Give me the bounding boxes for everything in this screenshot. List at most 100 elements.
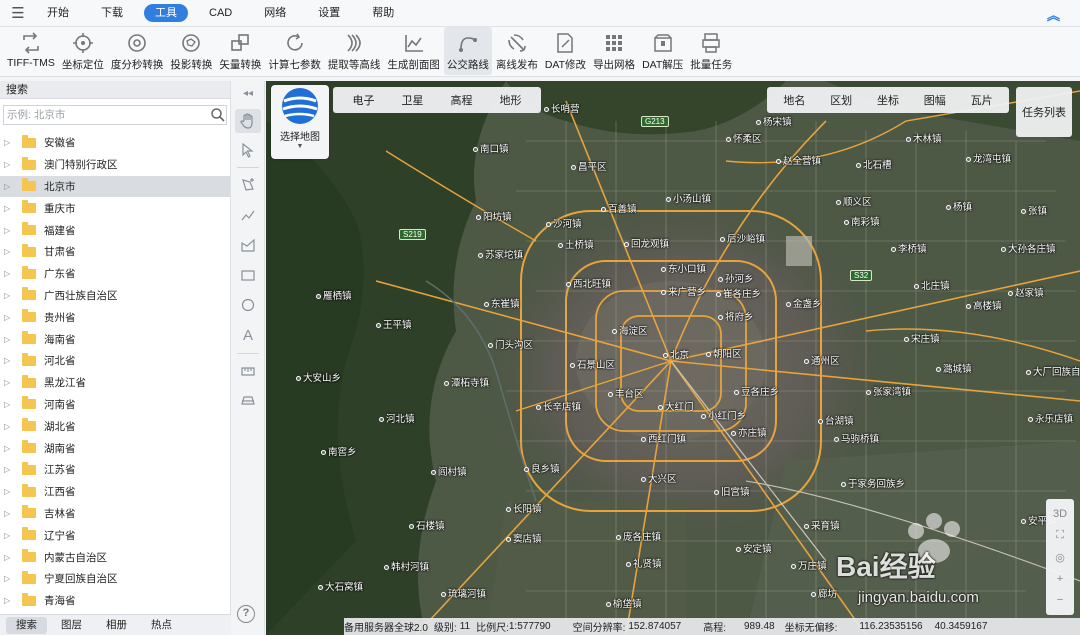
tool-tiff-tms[interactable]: TIFF-TMS xyxy=(4,27,58,75)
expand-arrow-icon[interactable]: ▷ xyxy=(4,400,16,409)
tree-item[interactable]: ▷ 重庆市 xyxy=(0,197,230,219)
expand-arrow-icon[interactable]: ▷ xyxy=(4,204,16,213)
tree-item[interactable]: ▷ 北京市 xyxy=(0,175,230,198)
tree-item[interactable]: ▷ 青海省 xyxy=(0,590,230,612)
tree-item[interactable]: ▷ 湖北省 xyxy=(0,415,230,437)
expand-arrow-icon[interactable]: ▷ xyxy=(4,138,16,147)
menu-settings[interactable]: 设置 xyxy=(307,4,351,22)
measure-icon[interactable] xyxy=(235,359,261,383)
tool-dat-unzip[interactable]: DAT解压 xyxy=(639,27,686,75)
tab-hotspots[interactable]: 热点 xyxy=(141,617,182,634)
tree-item[interactable]: ▷ 辽宁省 xyxy=(0,524,230,546)
expand-arrow-icon[interactable]: ▷ xyxy=(4,160,16,169)
expand-arrow-icon[interactable]: ▷ xyxy=(4,247,16,256)
collapse-ribbon-icon[interactable]: ︽ xyxy=(1047,5,1060,24)
tree-item[interactable]: ▷ 吉林省 xyxy=(0,503,230,525)
task-list-button[interactable]: 任务列表 xyxy=(1016,87,1072,137)
draw-area-icon[interactable] xyxy=(235,233,261,257)
expand-arrow-icon[interactable]: ▷ xyxy=(4,465,16,474)
tab-search[interactable]: 搜索 xyxy=(6,616,47,634)
expand-arrow-icon[interactable]: ▷ xyxy=(4,444,16,453)
expand-arrow-icon[interactable]: ▷ xyxy=(4,313,16,322)
tool-batch-task[interactable]: 批量任务 xyxy=(687,27,735,75)
expand-arrow-icon[interactable]: ▷ xyxy=(4,553,16,562)
help-icon[interactable]: ? xyxy=(237,605,255,623)
expand-arrow-icon[interactable]: ▷ xyxy=(4,269,16,278)
tree-item[interactable]: ▷ 甘肃省 xyxy=(0,241,230,263)
expand-arrow-icon[interactable]: ▷ xyxy=(4,487,16,496)
tree-item[interactable]: ▷ 宁夏回族自治区 xyxy=(0,568,230,590)
expand-arrow-icon[interactable]: ▷ xyxy=(4,378,16,387)
tree-item[interactable]: ▷ 河北省 xyxy=(0,350,230,372)
select-arrow-icon[interactable] xyxy=(235,138,261,162)
map-type-elevation[interactable]: 高程 xyxy=(451,92,473,108)
zoom-in-button[interactable]: + xyxy=(1057,573,1063,585)
fullscreen-icon[interactable]: ⛶ xyxy=(1056,529,1064,542)
map-type-terrain[interactable]: 地形 xyxy=(500,92,522,108)
tool-seven-params[interactable]: 计算七参数 xyxy=(265,27,324,75)
menu-network[interactable]: 网络 xyxy=(253,4,297,22)
expand-arrow-icon[interactable]: ▷ xyxy=(4,509,16,518)
tool-profile-chart[interactable]: 生成剖面图 xyxy=(384,27,443,75)
menu-download[interactable]: 下载 xyxy=(90,4,134,22)
menu-tools[interactable]: 工具 xyxy=(144,4,188,22)
menu-help[interactable]: 帮助 xyxy=(361,4,405,22)
profile-tool-icon[interactable] xyxy=(235,387,261,411)
overlay-boundaries[interactable]: 区划 xyxy=(830,92,852,108)
tool-dat-edit[interactable]: DAT修改 xyxy=(542,27,589,75)
draw-circle-icon[interactable] xyxy=(235,293,261,317)
draw-line-icon[interactable] xyxy=(235,203,261,227)
pan-hand-icon[interactable] xyxy=(235,109,261,133)
tree-item[interactable]: ▷ 广西壮族自治区 xyxy=(0,285,230,307)
expand-arrow-icon[interactable]: ▷ xyxy=(4,574,16,583)
tree-item[interactable]: ▷ 广东省 xyxy=(0,263,230,285)
draw-point-icon[interactable] xyxy=(235,173,261,197)
tree-item[interactable]: ▷ 江苏省 xyxy=(0,459,230,481)
overlay-coordinates[interactable]: 坐标 xyxy=(877,92,899,108)
select-map-button[interactable]: 选择地图 ▼ xyxy=(271,85,329,159)
tree-item[interactable]: ▷ 贵州省 xyxy=(0,306,230,328)
tool-coordinate-locate[interactable]: 坐标定位 xyxy=(59,27,107,75)
search-icon[interactable] xyxy=(210,107,226,123)
search-input[interactable] xyxy=(7,109,210,121)
collapse-panel-icon[interactable]: ◂◂ xyxy=(235,85,261,101)
tool-contour[interactable]: 提取等高线 xyxy=(325,27,384,75)
zoom-out-button[interactable]: − xyxy=(1057,594,1063,606)
tree-item[interactable]: ▷ 内蒙古自治区 xyxy=(0,546,230,568)
expand-arrow-icon[interactable]: ▷ xyxy=(4,335,16,344)
tab-layers[interactable]: 图层 xyxy=(51,617,92,634)
expand-arrow-icon[interactable]: ▷ xyxy=(4,531,16,540)
3d-toggle-button[interactable]: 3D xyxy=(1053,508,1067,520)
tool-grid-export[interactable]: 导出网格 xyxy=(590,27,638,75)
expand-arrow-icon[interactable]: ▷ xyxy=(4,422,16,431)
tree-item[interactable]: ▷ 澳门特别行政区 xyxy=(0,154,230,176)
tool-projection[interactable]: 投影转换 xyxy=(167,27,215,75)
draw-rectangle-icon[interactable] xyxy=(235,263,261,287)
menu-cad[interactable]: CAD xyxy=(198,4,243,22)
overlay-placenames[interactable]: 地名 xyxy=(783,92,805,108)
tool-vector-convert[interactable]: 矢量转换 xyxy=(216,27,264,75)
tool-bus-route[interactable]: 公交路线 xyxy=(443,27,492,75)
hamburger-menu-icon[interactable]: ☰ xyxy=(0,4,36,22)
expand-arrow-icon[interactable]: ▷ xyxy=(4,596,16,605)
tool-offline-publish[interactable]: 离线发布 xyxy=(493,27,541,75)
expand-arrow-icon[interactable]: ▷ xyxy=(4,226,16,235)
locate-icon[interactable]: ◎ xyxy=(1055,551,1065,564)
tab-album[interactable]: 相册 xyxy=(96,617,137,634)
tree-item[interactable]: ▷ 安徽省 xyxy=(0,132,230,154)
tree-item[interactable]: ▷ 湖南省 xyxy=(0,437,230,459)
expand-arrow-icon[interactable]: ▷ xyxy=(4,291,16,300)
tree-item[interactable]: ▷ 海南省 xyxy=(0,328,230,350)
tree-item[interactable]: ▷ 河南省 xyxy=(0,394,230,416)
overlay-tiles[interactable]: 瓦片 xyxy=(971,92,993,108)
tree-item[interactable]: ▷ 福建省 xyxy=(0,219,230,241)
overlay-sheets[interactable]: 图幅 xyxy=(924,92,946,108)
add-text-icon[interactable]: A xyxy=(235,323,261,347)
tree-item[interactable]: ▷ 黑龙江省 xyxy=(0,372,230,394)
tree-item[interactable]: ▷ 江西省 xyxy=(0,481,230,503)
tool-dms-convert[interactable]: 度分秒转换 xyxy=(108,27,167,75)
map-type-satellite[interactable]: 卫星 xyxy=(402,92,424,108)
expand-arrow-icon[interactable]: ▷ xyxy=(4,356,16,365)
map-view[interactable]: 长哨营 南口镇 杨宋镇 怀柔区 木林镇 赵全营镇 北石槽 龙湾屯镇 昌平区 百善镇 阳坊镇 南彩镇 杨镇… xyxy=(266,81,1080,635)
menu-start[interactable]: 开始 xyxy=(36,4,80,22)
